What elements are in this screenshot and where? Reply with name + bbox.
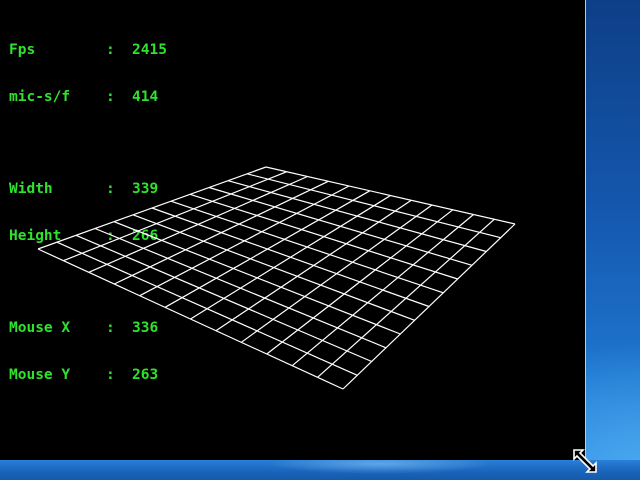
opengl-render-window[interactable]: Fps:2415 mic-s/f:414 Width:339 Height:26… — [0, 0, 585, 460]
grid-line-v — [37, 248, 344, 390]
grid-line-v — [113, 221, 401, 335]
resize-diagonal-icon — [573, 449, 597, 473]
grid-line-u — [215, 199, 412, 332]
taskbar-glow — [230, 460, 530, 480]
grid-line-v — [56, 241, 358, 376]
wireframe-grid-plane — [37, 166, 516, 390]
desktop-background: Fps:2415 mic-s/f:414 Width:339 Height:26… — [0, 0, 640, 480]
grid-line-v — [132, 214, 415, 321]
grid-line-u — [342, 223, 516, 390]
